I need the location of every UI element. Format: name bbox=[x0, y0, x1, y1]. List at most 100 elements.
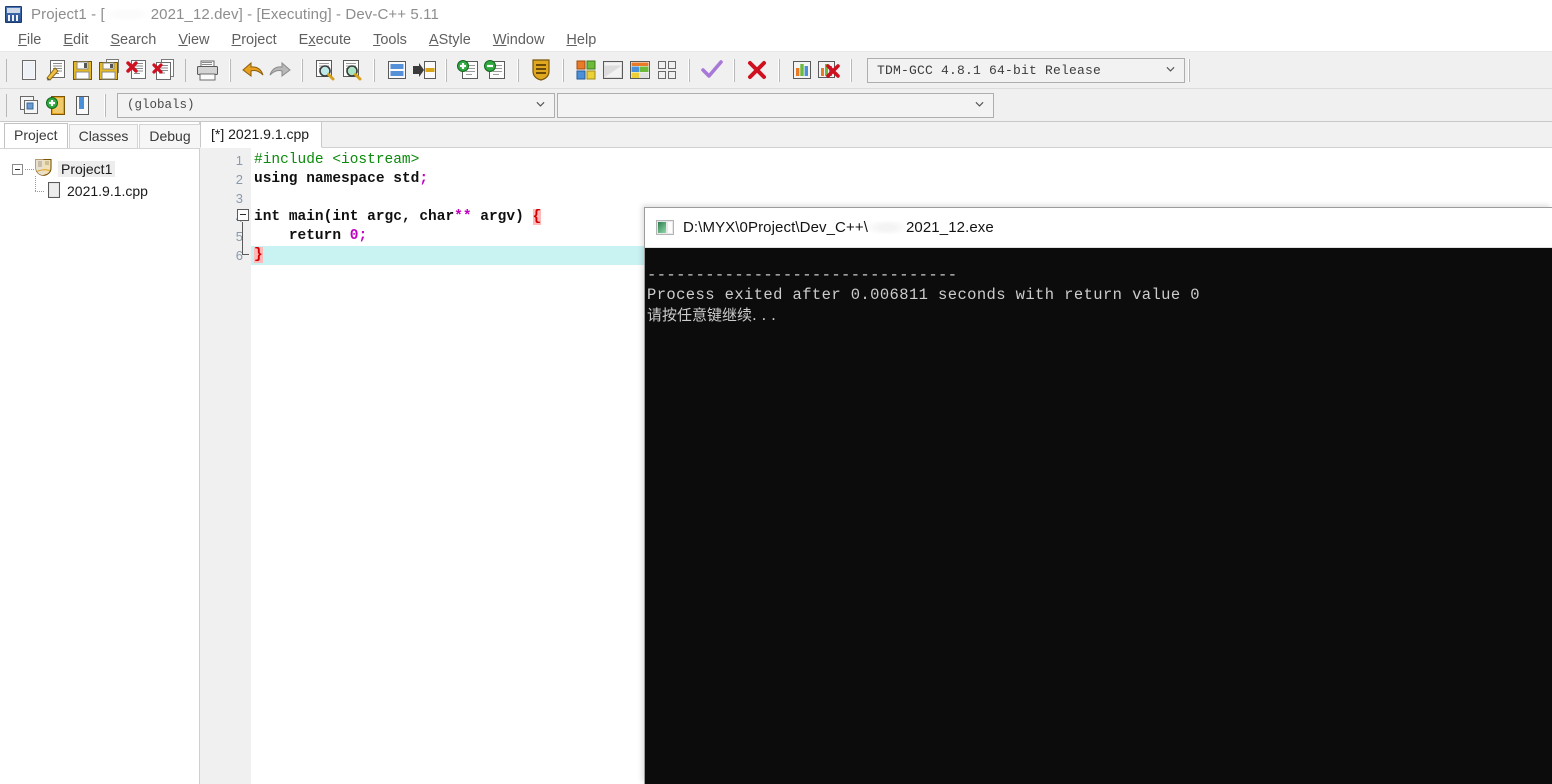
project-options-icon[interactable] bbox=[527, 57, 554, 84]
fold-guide-foot bbox=[242, 254, 249, 255]
compile-icon[interactable] bbox=[572, 57, 599, 84]
compiler-select[interactable]: TDM-GCC 4.8.1 64-bit Release bbox=[867, 57, 1185, 83]
compile-run-icon[interactable] bbox=[626, 57, 653, 84]
menu-edit[interactable]: Edit bbox=[52, 32, 99, 48]
code-token: ** bbox=[454, 209, 472, 225]
code-token: using bbox=[254, 171, 298, 187]
code-line: using namespace std; bbox=[251, 170, 1552, 189]
window-title-prefix: Project1 - [ bbox=[31, 6, 105, 23]
save-all-icon[interactable] bbox=[96, 57, 123, 84]
line-number: 3 bbox=[235, 191, 243, 206]
line-number: 2 bbox=[235, 172, 243, 187]
code-token: main bbox=[288, 209, 324, 225]
profile-toolbar-group bbox=[783, 52, 847, 88]
tree-connector bbox=[25, 168, 34, 170]
project-panel: Project Classes Debug Project1 2021.9.1.… bbox=[0, 122, 201, 784]
fold-guide-line bbox=[242, 222, 243, 255]
code-line: #include <iostream> bbox=[251, 151, 1552, 170]
delete-profile-icon[interactable] bbox=[815, 57, 842, 84]
stop-toolbar-group bbox=[738, 52, 775, 88]
menu-project[interactable]: Project bbox=[221, 32, 288, 48]
collapse-expander-icon[interactable] bbox=[12, 163, 23, 175]
replace-icon[interactable] bbox=[338, 57, 365, 84]
console-title-text: D:\MYX\0Project\Dev_C++\ 2021_12.exe bbox=[683, 219, 994, 236]
tree-row[interactable]: 2021.9.1.cpp bbox=[12, 176, 199, 202]
open-file-icon[interactable] bbox=[42, 57, 69, 84]
fold-collapse-icon[interactable] bbox=[237, 209, 249, 221]
code-token: , bbox=[401, 209, 411, 225]
menu-search[interactable]: Search bbox=[99, 32, 167, 48]
console-path-suffix: 2021_12.exe bbox=[905, 219, 994, 236]
menu-astyle[interactable]: AStyle bbox=[418, 32, 482, 48]
redaction-blob-console bbox=[867, 221, 906, 234]
toolbar-separator bbox=[778, 58, 780, 82]
console-window[interactable]: D:\MYX\0Project\Dev_C++\ 2021_12.exe ----… bbox=[644, 207, 1552, 784]
menu-file[interactable]: File bbox=[7, 32, 52, 48]
toolbar-separator bbox=[6, 93, 7, 117]
tree-row[interactable]: Project1 bbox=[12, 158, 199, 180]
chevron-down-icon bbox=[975, 101, 984, 107]
code-token: ) bbox=[515, 209, 524, 225]
dev-cpp-icon bbox=[5, 6, 22, 23]
goto-line-icon[interactable] bbox=[383, 57, 410, 84]
new-class-icon[interactable] bbox=[15, 92, 42, 119]
window-title-suffix: 2021_12.dev] - [Executing] - Dev-C++ 5.1… bbox=[150, 6, 439, 23]
tab-project[interactable]: Project bbox=[4, 123, 68, 148]
toolbar-separator bbox=[688, 58, 690, 82]
editor-tab-bar: [*] 2021.9.1.cpp bbox=[200, 121, 1552, 148]
save-icon[interactable] bbox=[69, 57, 96, 84]
main-toolbar: TDM-GCC 4.8.1 64-bit Release bbox=[0, 52, 1552, 89]
line-number: 6 bbox=[235, 248, 243, 263]
tab-classes[interactable]: Classes bbox=[68, 124, 139, 148]
remove-from-project-icon[interactable] bbox=[482, 57, 509, 84]
member-select[interactable] bbox=[557, 92, 994, 118]
find-icon[interactable] bbox=[311, 57, 338, 84]
editor-gutter: 1 2 3 4 5 6 bbox=[200, 148, 251, 784]
print-icon[interactable] bbox=[194, 57, 221, 84]
console-line: Process exited after 0.006811 seconds wi… bbox=[647, 286, 1200, 304]
code-token: namespace bbox=[306, 171, 385, 187]
code-token: int bbox=[332, 209, 359, 225]
class-toolbar: (globals) bbox=[0, 89, 1552, 122]
menu-window[interactable]: Window bbox=[482, 32, 556, 48]
run-icon[interactable] bbox=[599, 57, 626, 84]
new-file-icon[interactable] bbox=[15, 57, 42, 84]
toolbar-separator bbox=[850, 58, 852, 82]
code-token: ; bbox=[419, 171, 429, 187]
line-number: 1 bbox=[235, 153, 243, 168]
add-to-project-icon[interactable] bbox=[455, 57, 482, 84]
file-toolbar-group bbox=[10, 52, 182, 88]
menu-view[interactable]: View bbox=[167, 32, 220, 48]
code-token: { bbox=[532, 209, 542, 225]
code-token: ; bbox=[358, 228, 368, 244]
menu-tools[interactable]: Tools bbox=[362, 32, 418, 48]
project-options-group bbox=[522, 52, 559, 88]
project-toolbar-group bbox=[450, 52, 514, 88]
code-token: } bbox=[254, 247, 263, 263]
rebuild-all-icon[interactable] bbox=[653, 57, 680, 84]
tab-2021-9-1-cpp[interactable]: [*] 2021.9.1.cpp bbox=[200, 121, 323, 148]
tab-debug[interactable]: Debug bbox=[139, 124, 201, 148]
title-bar: Project1 - [ 2021_12.dev] - [Executing] -… bbox=[0, 0, 1552, 29]
insert-icon[interactable] bbox=[42, 92, 69, 119]
close-file-icon[interactable] bbox=[123, 57, 150, 84]
code-token: char bbox=[419, 209, 455, 225]
syntax-toolbar-group bbox=[693, 52, 730, 88]
project-tree: Project1 2021.9.1.cpp bbox=[0, 148, 199, 784]
stop-execution-icon[interactable] bbox=[743, 57, 770, 84]
toolbar-separator bbox=[301, 58, 303, 82]
profile-icon[interactable] bbox=[788, 57, 815, 84]
undo-icon[interactable] bbox=[239, 57, 266, 84]
close-all-icon[interactable] bbox=[150, 57, 177, 84]
scope-select[interactable]: (globals) bbox=[117, 92, 555, 118]
menu-help[interactable]: Help bbox=[555, 32, 607, 48]
menu-execute[interactable]: Execute bbox=[288, 32, 362, 48]
redo-icon[interactable] bbox=[266, 57, 293, 84]
goto-function-icon[interactable] bbox=[410, 57, 437, 84]
toggle-bookmark-icon[interactable] bbox=[69, 92, 96, 119]
syntax-check-icon[interactable] bbox=[698, 57, 725, 84]
project-shield-icon bbox=[34, 158, 53, 180]
code-token: #include <iostream> bbox=[254, 152, 420, 168]
